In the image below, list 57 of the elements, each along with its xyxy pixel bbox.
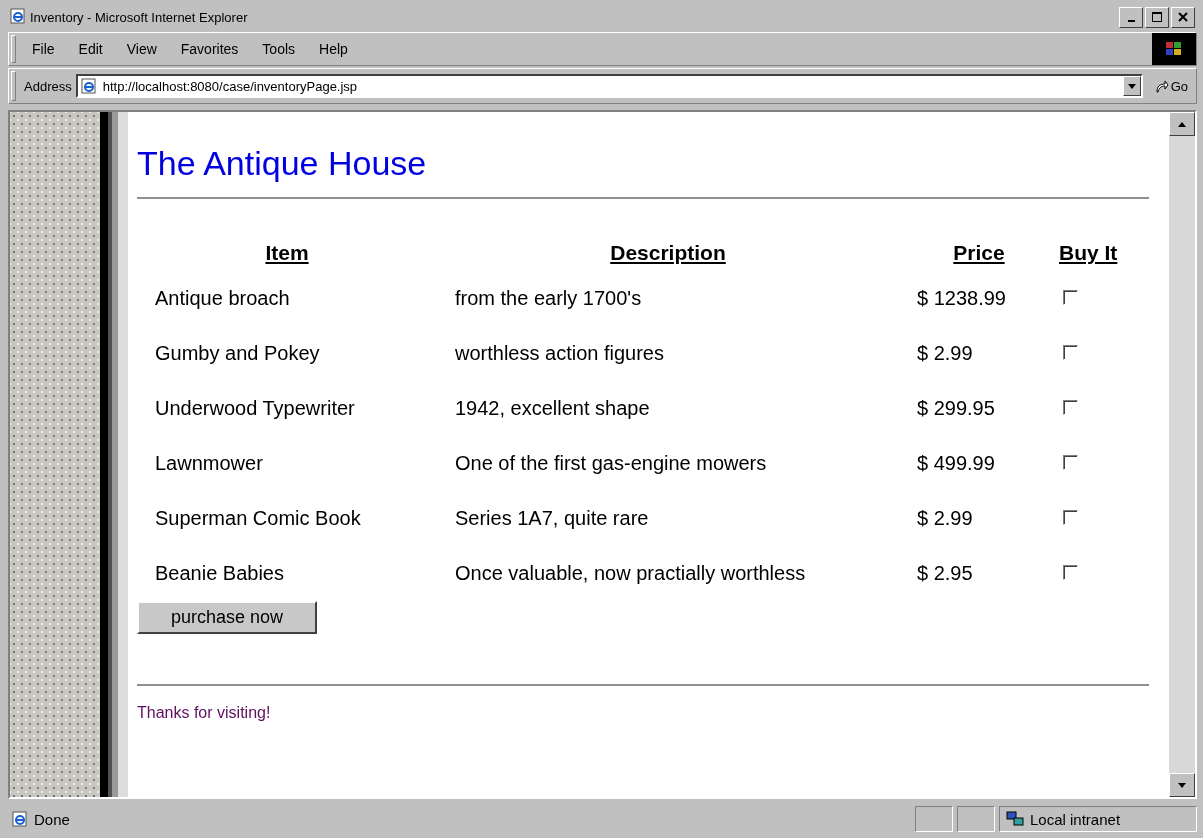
caret-icon (1127, 83, 1136, 89)
table-cell-text: worthless action figures (454, 341, 665, 366)
address-label: Address (24, 78, 72, 94)
maximize-button[interactable] (1145, 6, 1169, 28)
status-pane (915, 806, 953, 832)
table-cell-text: from the early 1700's (454, 286, 643, 311)
browser-icon (10, 7, 26, 24)
page-heading: The Antique House (137, 144, 428, 183)
menu-item[interactable]: Edit (66, 41, 115, 57)
column-header: Buy It (1059, 240, 1119, 266)
table-cell-text: $ 499.99 (916, 451, 996, 476)
logo-icon (1152, 33, 1196, 65)
table-cell-text: $ 2.99 (916, 341, 974, 366)
menu-item[interactable]: Tools (250, 41, 308, 57)
table-cell-text: $ 2.99 (916, 506, 974, 531)
table-cell-text: Once valuable, now practially worthless (454, 561, 807, 586)
table-cell-text: Underwood Typewriter (154, 396, 356, 421)
address-field[interactable]: http://localhost:8080/case/inventoryPage.jsp (75, 74, 1143, 98)
table-cell-text: $ 2.95 (916, 561, 974, 586)
table-cell-text: One of the first gas-engine mowers (454, 451, 768, 476)
close-icon (1178, 12, 1188, 22)
status-pane (957, 806, 995, 832)
browser-icon (80, 78, 97, 94)
column-header: Item (264, 240, 310, 266)
zone-text: Local intranet (1030, 810, 1121, 828)
menu-item[interactable]: File (20, 41, 67, 57)
table-cell-text: $ 1238.99 (916, 286, 1007, 311)
table-cell-text: Beanie Babies (154, 561, 285, 586)
table-cell-text: Antique broach (154, 286, 291, 311)
purchase-button[interactable]: purchase now (137, 601, 318, 634)
table-cell-text: Superman Comic Book (154, 506, 362, 531)
network-icon (1006, 811, 1024, 827)
dropdown-button[interactable] (1122, 76, 1141, 96)
column-header: Description (609, 240, 727, 266)
window-title: Inventory - Microsoft Internet Explorer (30, 9, 249, 25)
table-cell-text: Lawnmower (154, 451, 264, 476)
menu-item[interactable]: Favorites (168, 41, 251, 57)
status-text: Done (34, 810, 70, 828)
table-cell-text: Series 1A7, quite rare (454, 506, 650, 531)
minimize-button[interactable] (1119, 6, 1143, 28)
scroll-up-button[interactable] (1169, 112, 1195, 136)
column-header: Price (899, 235, 1059, 271)
minimize-icon (1127, 20, 1135, 22)
scroll-down-button[interactable] (1169, 773, 1195, 797)
footer-text: Thanks for visiting! (137, 704, 271, 722)
menu-item[interactable]: View (114, 41, 169, 57)
menu-item[interactable]: Help (307, 41, 360, 57)
browser-icon (12, 811, 28, 827)
table-cell-text: Gumby and Pokey (154, 341, 321, 366)
table-cell-text: 1942, excellent shape (454, 396, 651, 421)
down-arrow-icon (1178, 782, 1186, 788)
arrow-icon (1154, 79, 1169, 93)
go-button[interactable]: Go (1146, 78, 1196, 94)
up-arrow-icon (1178, 121, 1186, 127)
maximize-icon (1152, 12, 1162, 22)
close-button[interactable] (1171, 6, 1195, 28)
table-cell-text: $ 299.95 (916, 396, 996, 421)
